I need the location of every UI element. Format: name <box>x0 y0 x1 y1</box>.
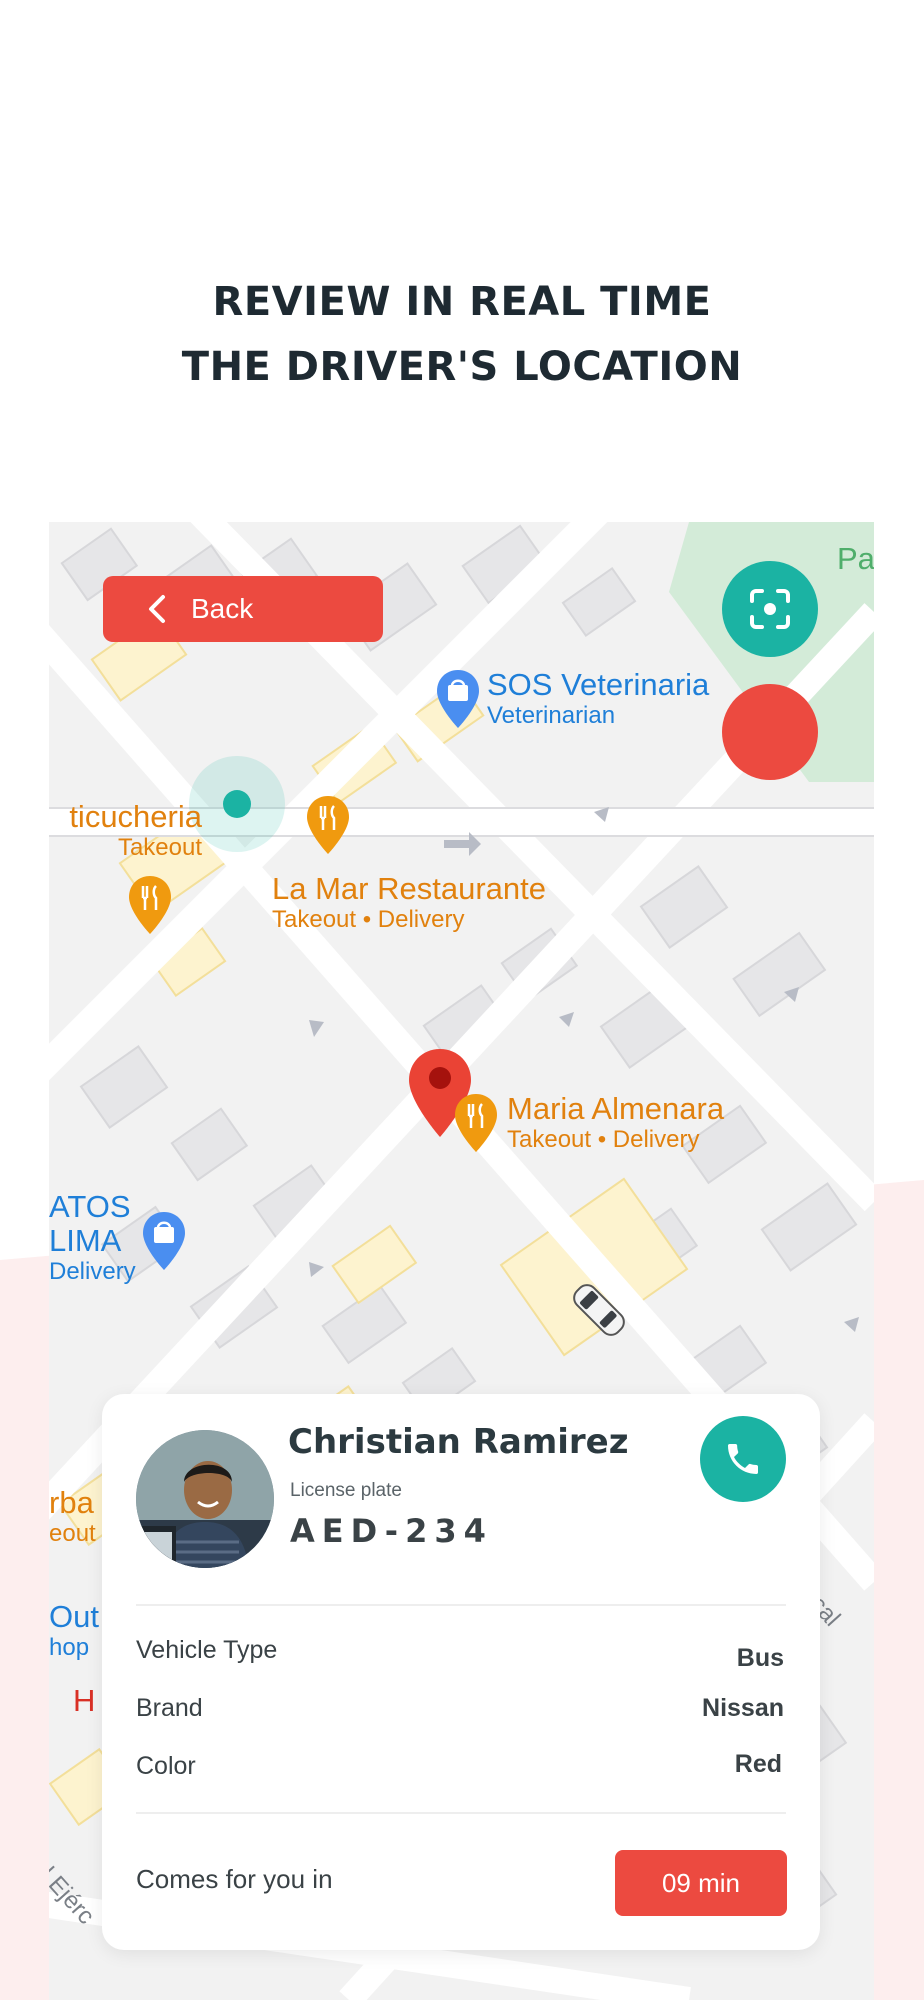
vehicle-type-value: Bus <box>736 1644 784 1672</box>
color-value: Red <box>734 1750 782 1778</box>
license-plate-label: License plate <box>290 1480 402 1501</box>
poi-title: rba <box>49 1485 94 1520</box>
poi-title: SOS Veterinaria <box>487 667 710 702</box>
eta-label: Comes for you in <box>136 1864 333 1894</box>
divider <box>136 1812 786 1814</box>
poi-title: H <box>73 1683 96 1718</box>
driver-name: Christian Ramirez <box>288 1422 629 1462</box>
brand-label: Brand <box>136 1694 203 1722</box>
phone-icon <box>728 1444 758 1474</box>
driver-card: Christian Ramirez License plate AED-234 … <box>102 1394 820 1950</box>
license-plate-value: AED-234 <box>290 1512 493 1550</box>
divider <box>136 1604 786 1606</box>
back-label: Back <box>191 593 254 624</box>
eta-badge: 09 min <box>615 1850 787 1916</box>
back-button[interactable]: Back <box>103 576 383 642</box>
car-icon <box>573 1284 625 1336</box>
headline-line-1: REVIEW IN REAL TIME <box>212 279 712 325</box>
page-headline: REVIEW IN REAL TIME THE DRIVER'S LOCATIO… <box>0 270 924 400</box>
poi-partial-left-1: rba eout <box>49 1486 96 1548</box>
poi-cevicheria[interactable]: ticucheria Takeout <box>49 800 202 862</box>
focus-location-icon <box>750 589 790 629</box>
poi-title: La Mar Restaurante <box>272 871 546 906</box>
restaurant-pin-icon <box>307 796 349 854</box>
call-driver-button[interactable] <box>700 1416 786 1502</box>
color-label: Color <box>136 1752 196 1780</box>
poi-title: LIMA <box>49 1223 122 1258</box>
poi-atos-lima[interactable]: ATOS LIMA Delivery <box>49 1190 136 1286</box>
back-chevron-icon <box>149 595 165 623</box>
poi-subtitle: Takeout <box>117 834 202 861</box>
poi-subtitle: Takeout • Delivery <box>507 1126 700 1153</box>
brand-value: Nissan <box>702 1694 784 1722</box>
poi-sos-veterinaria[interactable]: SOS Veterinaria Veterinarian <box>487 668 709 730</box>
headline-line-2: THE DRIVER'S LOCATION <box>181 344 743 390</box>
restaurant-pin-icon <box>129 876 171 934</box>
poi-title: ATOS <box>49 1189 131 1224</box>
poi-maria-almenara[interactable]: Maria Almenara Takeout • Delivery <box>507 1092 724 1154</box>
poi-subtitle: Takeout • Delivery <box>272 906 465 933</box>
poi-title: Maria Almenara <box>507 1091 725 1126</box>
poi-title: Pa <box>837 541 874 576</box>
vehicle-type-label: Vehicle Type <box>136 1636 278 1664</box>
recenter-button[interactable] <box>722 561 818 657</box>
poi-title: Out <box>49 1599 99 1634</box>
poi-subtitle: hop <box>49 1634 90 1661</box>
poi-park: Pa <box>837 542 874 576</box>
poi-subtitle: Delivery <box>49 1258 136 1285</box>
poi-la-mar[interactable]: La Mar Restaurante Takeout • Delivery <box>272 872 546 934</box>
poi-subtitle: Veterinarian <box>487 702 616 729</box>
avatar <box>136 1430 274 1568</box>
poi-partial-left-3: H <box>73 1684 95 1718</box>
status-button[interactable] <box>722 684 818 780</box>
poi-title: ticucheria <box>69 799 202 834</box>
shop-pin-icon <box>437 670 479 728</box>
poi-partial-left-2: Out hop <box>49 1600 99 1662</box>
shop-pin-icon <box>143 1212 185 1270</box>
restaurant-pin-icon <box>455 1094 497 1152</box>
poi-subtitle: eout <box>49 1520 96 1547</box>
